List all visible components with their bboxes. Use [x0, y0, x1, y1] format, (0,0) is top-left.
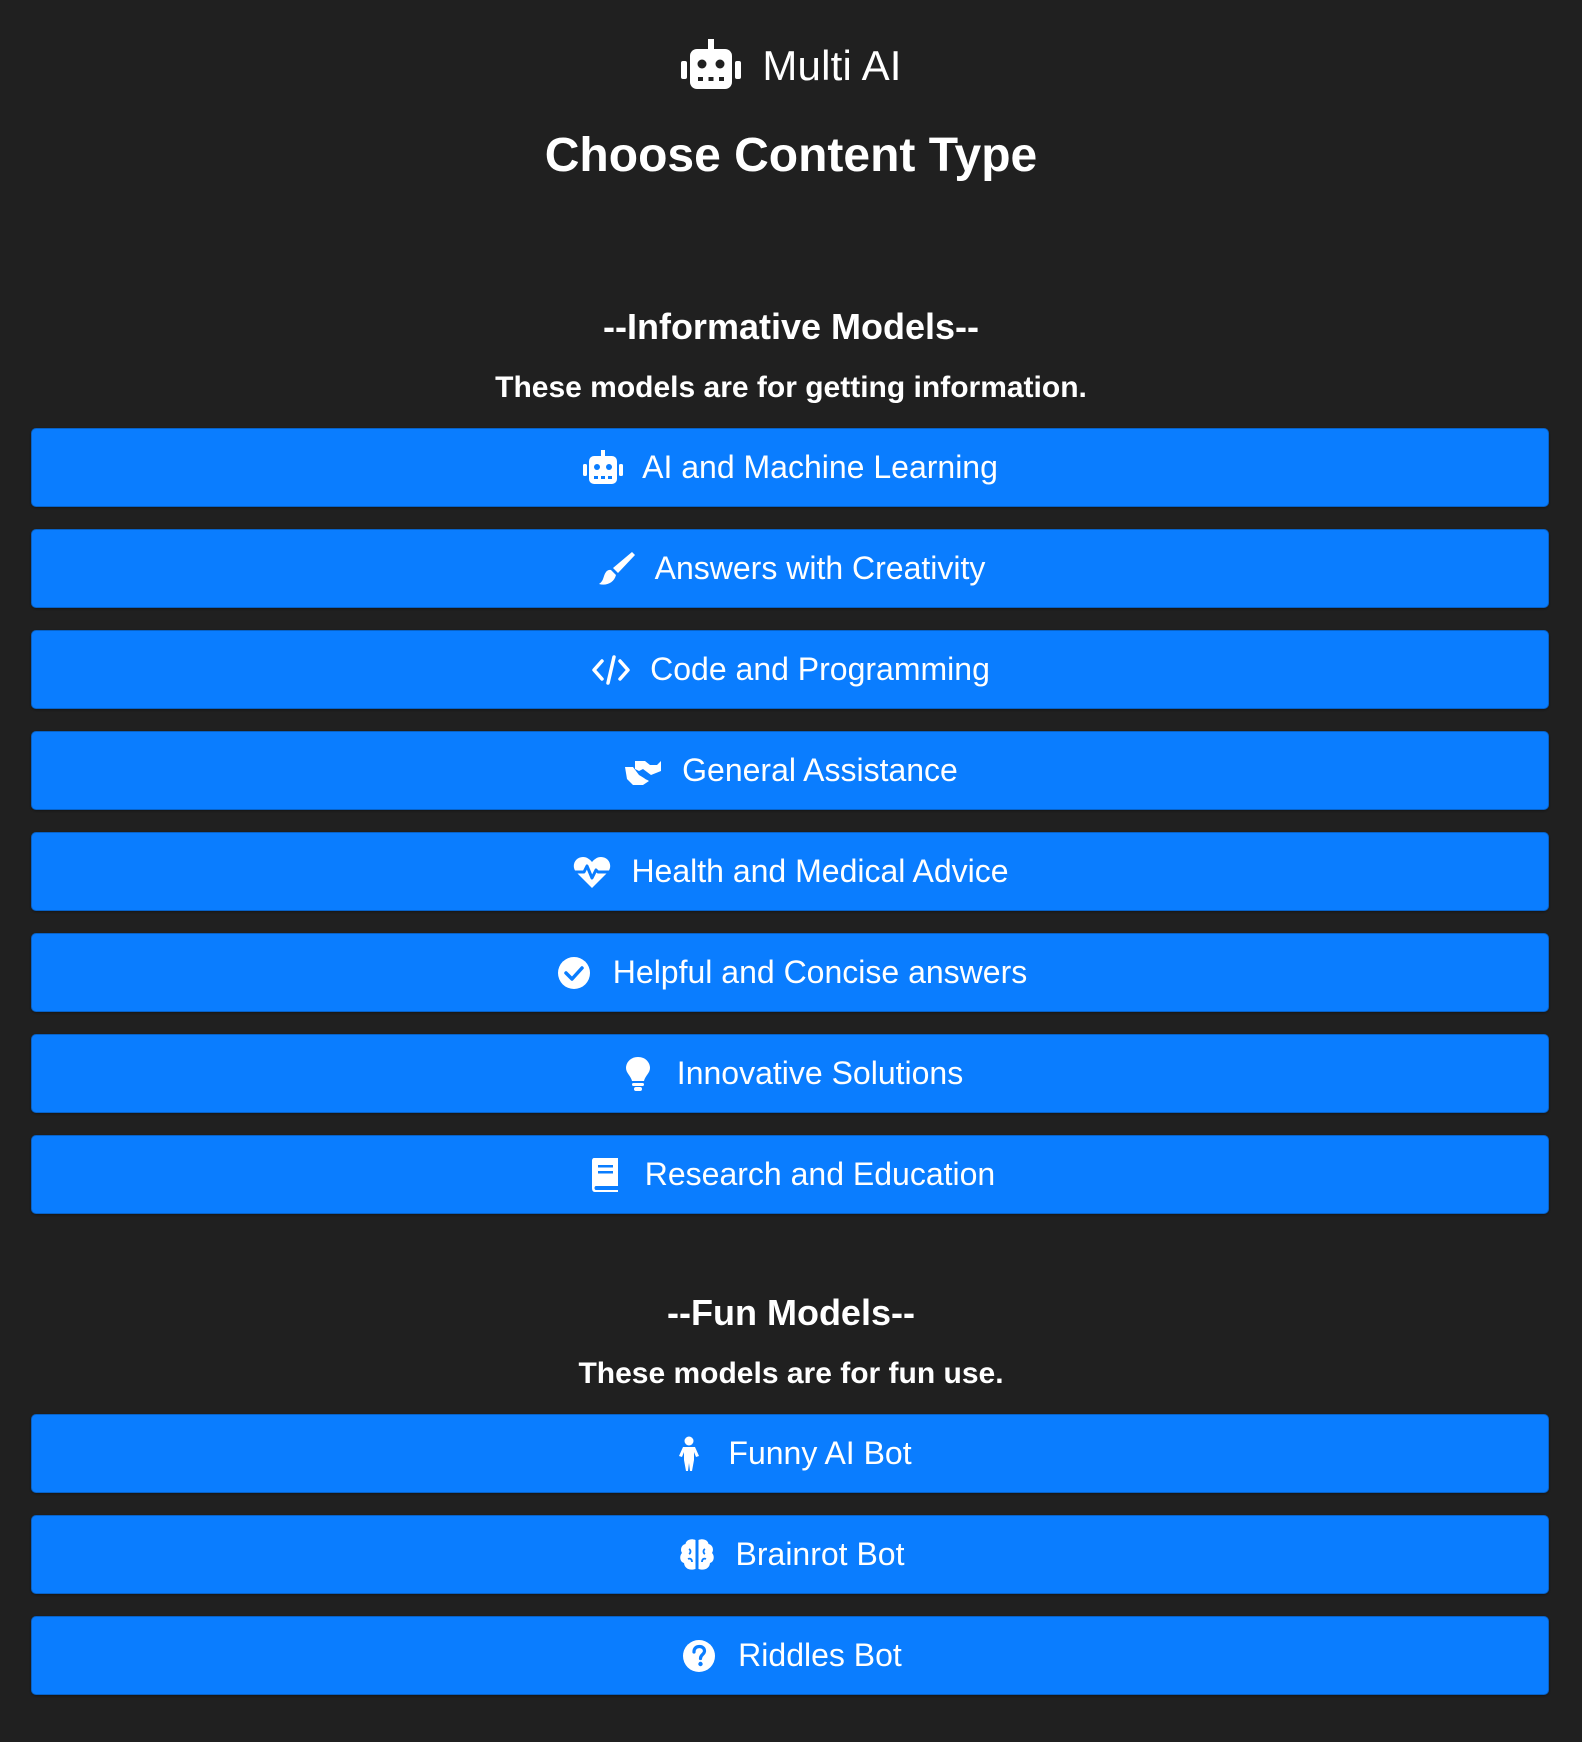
- section-subtitle-informative: These models are for getting information…: [495, 371, 1087, 404]
- model-button-creativity[interactable]: Answers with Creativity: [31, 529, 1549, 608]
- fun-models-list: Funny AI Bot Brainrot Bot Riddles Bot: [31, 1414, 1549, 1695]
- model-button-research[interactable]: Research and Education: [31, 1135, 1549, 1214]
- page-title: Choose Content Type: [544, 129, 1038, 182]
- model-button-health[interactable]: Health and Medical Advice: [31, 832, 1549, 911]
- paintbrush-icon: [595, 549, 637, 589]
- model-button-label: Health and Medical Advice: [631, 853, 1009, 889]
- question-circle-icon: [678, 1636, 720, 1676]
- robot-icon: [680, 39, 742, 93]
- model-button-label: Riddles Bot: [738, 1637, 902, 1673]
- section-subtitle-fun: These models are for fun use.: [578, 1357, 1004, 1390]
- model-button-funny-ai-bot[interactable]: Funny AI Bot: [31, 1414, 1549, 1493]
- brain-icon: [676, 1535, 718, 1575]
- app-header: Multi AI: [0, 30, 1582, 102]
- model-button-label: Answers with Creativity: [654, 550, 986, 586]
- heartbeat-icon: [571, 852, 613, 892]
- model-button-innovative[interactable]: Innovative Solutions: [31, 1034, 1549, 1113]
- model-button-general-assistance[interactable]: General Assistance: [31, 731, 1549, 810]
- check-circle-icon: [553, 953, 595, 993]
- model-button-brainrot-bot[interactable]: Brainrot Bot: [31, 1515, 1549, 1594]
- model-button-riddles-bot[interactable]: Riddles Bot: [31, 1616, 1549, 1695]
- handshake-icon: [622, 751, 664, 791]
- robot-icon: [582, 448, 624, 488]
- section-heading-fun: --Fun Models--: [667, 1292, 915, 1333]
- model-button-label: Research and Education: [644, 1156, 996, 1192]
- model-button-label: Innovative Solutions: [676, 1055, 964, 1091]
- model-button-label: Helpful and Concise answers: [612, 954, 1028, 990]
- model-button-label: Brainrot Bot: [735, 1536, 905, 1572]
- informative-models-list: AI and Machine Learning Answers with Cre…: [31, 428, 1549, 1214]
- code-icon: [590, 650, 632, 690]
- model-button-ai-machine-learning[interactable]: AI and Machine Learning: [31, 428, 1549, 507]
- model-button-label: Funny AI Bot: [728, 1435, 912, 1471]
- model-button-label: Code and Programming: [650, 651, 990, 687]
- model-button-helpful-concise[interactable]: Helpful and Concise answers: [31, 933, 1549, 1012]
- book-icon: [585, 1155, 627, 1195]
- child-icon: [668, 1434, 710, 1474]
- section-heading-informative: --Informative Models--: [602, 306, 979, 347]
- app-title: Multi AI: [762, 42, 902, 89]
- model-button-code[interactable]: Code and Programming: [31, 630, 1549, 709]
- model-button-label: AI and Machine Learning: [642, 449, 998, 485]
- lightbulb-icon: [617, 1054, 659, 1094]
- model-button-label: General Assistance: [682, 752, 958, 788]
